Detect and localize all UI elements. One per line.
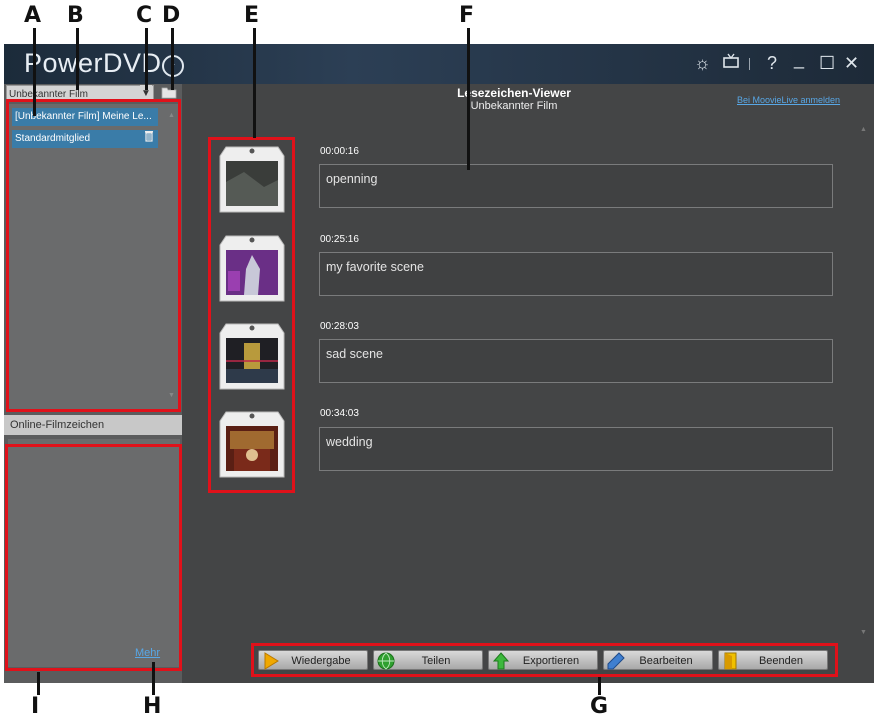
callout-e: E [244,3,260,28]
bookmark-time: 00:00:16 [320,146,359,157]
bookmark-note[interactable]: my favorite scene [319,252,833,296]
online-bookmarks-header[interactable]: Online-Filmzeichen [4,415,182,435]
callout-b: B [67,3,84,28]
minimize-icon[interactable]: _ [794,48,804,70]
bookmark-time: 00:34:03 [320,408,359,419]
callout-f: F [459,3,475,28]
bookmark-time: 00:25:16 [320,234,359,245]
viewer-subtitle: Unbekannter Film [470,100,558,112]
highlight-thumbnails [208,137,295,493]
close-icon[interactable]: ✕ [844,52,859,74]
highlight-buttons [251,643,838,677]
bookmark-note[interactable]: openning [319,164,833,208]
callout-line-b [76,28,79,90]
bookmark-note[interactable]: sad scene [319,339,833,383]
vertical-scrollbar[interactable]: ▲ ▼ [859,126,869,636]
viewer-title: Lesezeichen-Viewer [457,86,571,100]
moovielive-login-link[interactable]: Bei MoovieLive anmelden [737,95,840,105]
callout-g: G [590,694,609,719]
callout-line-g [598,677,601,695]
bookmark-note[interactable]: wedding [319,427,833,471]
app-title: PowerDVD [24,48,162,78]
callout-line-c [145,28,148,90]
highlight-online-list [5,444,182,671]
callout-line-f [467,28,470,170]
callout-line-e [253,28,256,138]
highlight-bookmark-list [6,99,181,412]
maximize-icon[interactable]: ☐ [819,52,835,74]
title-bar: PowerDVD ↑ ☼ ? _ ☐ ✕ [4,44,874,84]
callout-h: H [143,694,162,719]
callout-line-d [171,28,174,90]
gear-icon[interactable]: ☼ [694,52,711,74]
callout-c: C [136,3,153,28]
bookmark-time: 00:28:03 [320,321,359,332]
titlebar-separator [749,58,750,70]
callout-line-i [37,672,40,695]
callout-i: I [31,694,40,719]
help-icon[interactable]: ? [767,52,777,74]
callout-line-h [152,662,155,695]
callout-line-a [33,28,36,116]
tv-icon[interactable] [722,52,740,75]
callout-d: D [162,3,181,28]
callout-a: A [24,3,42,28]
